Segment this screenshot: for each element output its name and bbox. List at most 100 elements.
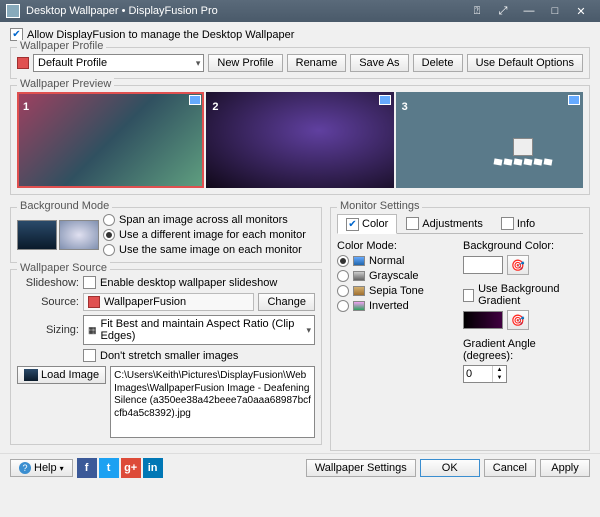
help-titlebar-icon[interactable]: ⍰ (464, 2, 490, 20)
save-as-button[interactable]: Save As (350, 54, 408, 72)
sepia-icon (353, 286, 365, 296)
close-button[interactable]: ✕ (568, 2, 594, 20)
monitor-preview-3[interactable]: 3 (396, 92, 583, 188)
tab-adjustments[interactable]: Adjustments (397, 214, 492, 233)
tab-info-check-icon (501, 217, 514, 230)
radio-sepia[interactable] (337, 285, 349, 297)
bg-span-option[interactable]: Span an image across all monitors (103, 214, 315, 226)
twitter-icon[interactable]: t (99, 458, 119, 478)
radio-same[interactable] (103, 244, 115, 256)
monitor-legend: Monitor Settings (337, 200, 422, 212)
gradient-angle-label: Gradient Angle (degrees): (463, 338, 583, 362)
mode-grayscale-option[interactable]: Grayscale (337, 270, 459, 282)
image-thumb-icon (24, 369, 38, 381)
profile-legend: Wallpaper Profile (17, 40, 106, 52)
bg-color-label: Background Color: (463, 240, 583, 252)
new-profile-button[interactable]: New Profile (208, 54, 282, 72)
wallpaper-profile-group: Wallpaper Profile Default Profile New Pr… (10, 47, 590, 79)
profile-dropdown[interactable]: Default Profile (33, 54, 204, 72)
monitor-preview-2[interactable]: 2 (206, 92, 393, 188)
ok-button[interactable]: OK (420, 459, 480, 477)
mode-sepia-option[interactable]: Sepia Tone (337, 285, 459, 297)
gradient-angle-input[interactable] (464, 366, 492, 382)
apply-button[interactable]: Apply (540, 459, 590, 477)
monitor-number-2: 2 (212, 101, 218, 113)
sizing-value: Fit Best and maintain Aspect Ratio (Clip… (101, 318, 298, 342)
linkedin-icon[interactable]: in (143, 458, 163, 478)
use-default-button[interactable]: Use Default Options (467, 54, 583, 72)
change-source-button[interactable]: Change (258, 293, 315, 311)
rename-button[interactable]: Rename (287, 54, 347, 72)
sizing-dropdown[interactable]: ▦ Fit Best and maintain Aspect Ratio (Cl… (83, 315, 315, 345)
load-image-button[interactable]: Load Image (17, 366, 106, 384)
monitor-number-3: 3 (402, 101, 408, 113)
monitor-settings-group: Monitor Settings Color Adjustments Info … (330, 207, 590, 451)
monitor-icon (379, 95, 391, 105)
app-icon (6, 4, 20, 18)
bg-same-option[interactable]: Use the same image on each monitor (103, 244, 315, 256)
window-title: Desktop Wallpaper • DisplayFusion Pro (26, 5, 464, 17)
color-mode-label: Color Mode: (337, 240, 459, 252)
monitor-tabs: Color Adjustments Info (337, 214, 583, 234)
googleplus-icon[interactable]: g+ (121, 458, 141, 478)
bg-mode-legend: Background Mode (17, 200, 112, 212)
color-picker-button[interactable]: 🎯 (507, 255, 529, 275)
footer-bar: ? Help ▾ f t g+ in Wallpaper Settings OK… (0, 453, 600, 482)
tab-color-check-icon (346, 218, 359, 231)
radio-normal[interactable] (337, 255, 349, 267)
restore-titlebar-icon[interactable]: ⤢ (490, 2, 516, 20)
sizing-label: Sizing: (17, 324, 79, 336)
slideshow-label: Slideshow: (17, 277, 79, 289)
minimize-button[interactable]: — (516, 2, 542, 20)
gradient-angle-spinner[interactable]: ▲▼ (463, 365, 507, 383)
mode-normal-option[interactable]: Normal (337, 255, 459, 267)
bg-diff-option[interactable]: Use a different image for each monitor (103, 229, 315, 241)
background-mode-group: Background Mode Span an image across all… (10, 207, 322, 263)
tab-color[interactable]: Color (337, 214, 397, 234)
tab-info[interactable]: Info (492, 214, 544, 233)
spinner-up-icon[interactable]: ▲ (493, 366, 506, 374)
normal-icon (353, 256, 365, 266)
source-value: WallpaperFusion (104, 296, 186, 308)
monitor-number-1: 1 (23, 101, 29, 113)
source-legend: Wallpaper Source (17, 262, 110, 274)
social-links: f t g+ in (77, 458, 163, 478)
inverted-icon (353, 301, 365, 311)
monitor-thumbs (17, 220, 99, 250)
profile-selected: Default Profile (38, 57, 107, 69)
wallpaper-source-group: Wallpaper Source Slideshow: Enable deskt… (10, 269, 322, 445)
use-gradient-option[interactable]: Use Background Gradient (463, 283, 583, 307)
slideshow-checkbox[interactable] (83, 276, 96, 289)
help-icon: ? (19, 462, 31, 474)
image-path-field[interactable]: C:\Users\Keith\Pictures\DisplayFusion\We… (110, 366, 315, 438)
dont-stretch-label: Don't stretch smaller images (100, 350, 238, 362)
allow-manage-label: Allow DisplayFusion to manage the Deskto… (27, 29, 294, 41)
monitor-preview-1[interactable]: 1 (17, 92, 204, 188)
grayscale-icon (353, 271, 365, 281)
cancel-button[interactable]: Cancel (484, 459, 536, 477)
profile-icon (17, 57, 29, 69)
bg-color-swatch[interactable] (463, 256, 503, 274)
monitor-icon (568, 95, 580, 105)
mode-inverted-option[interactable]: Inverted (337, 300, 459, 312)
dont-stretch-checkbox[interactable] (83, 349, 96, 362)
maximize-button[interactable]: □ (542, 2, 568, 20)
chevron-down-icon: ▾ (60, 464, 64, 473)
spinner-down-icon[interactable]: ▼ (493, 374, 506, 382)
tab-adjust-check-icon (406, 217, 419, 230)
radio-diff[interactable] (103, 229, 115, 241)
wallpaper-preview-group: Wallpaper Preview 1 2 3 (10, 85, 590, 195)
help-button[interactable]: ? Help ▾ (10, 459, 73, 477)
gradient-picker-button[interactable]: 🎯 (507, 310, 529, 330)
radio-grayscale[interactable] (337, 270, 349, 282)
delete-button[interactable]: Delete (413, 54, 463, 72)
gradient-swatch[interactable] (463, 311, 503, 329)
radio-inverted[interactable] (337, 300, 349, 312)
slideshow-cb-label: Enable desktop wallpaper slideshow (100, 277, 277, 289)
titlebar[interactable]: Desktop Wallpaper • DisplayFusion Pro ⍰ … (0, 0, 600, 22)
gradient-checkbox[interactable] (463, 289, 474, 302)
wallpaper-settings-button[interactable]: Wallpaper Settings (306, 459, 416, 477)
monitor-icon (189, 95, 201, 105)
radio-span[interactable] (103, 214, 115, 226)
facebook-icon[interactable]: f (77, 458, 97, 478)
